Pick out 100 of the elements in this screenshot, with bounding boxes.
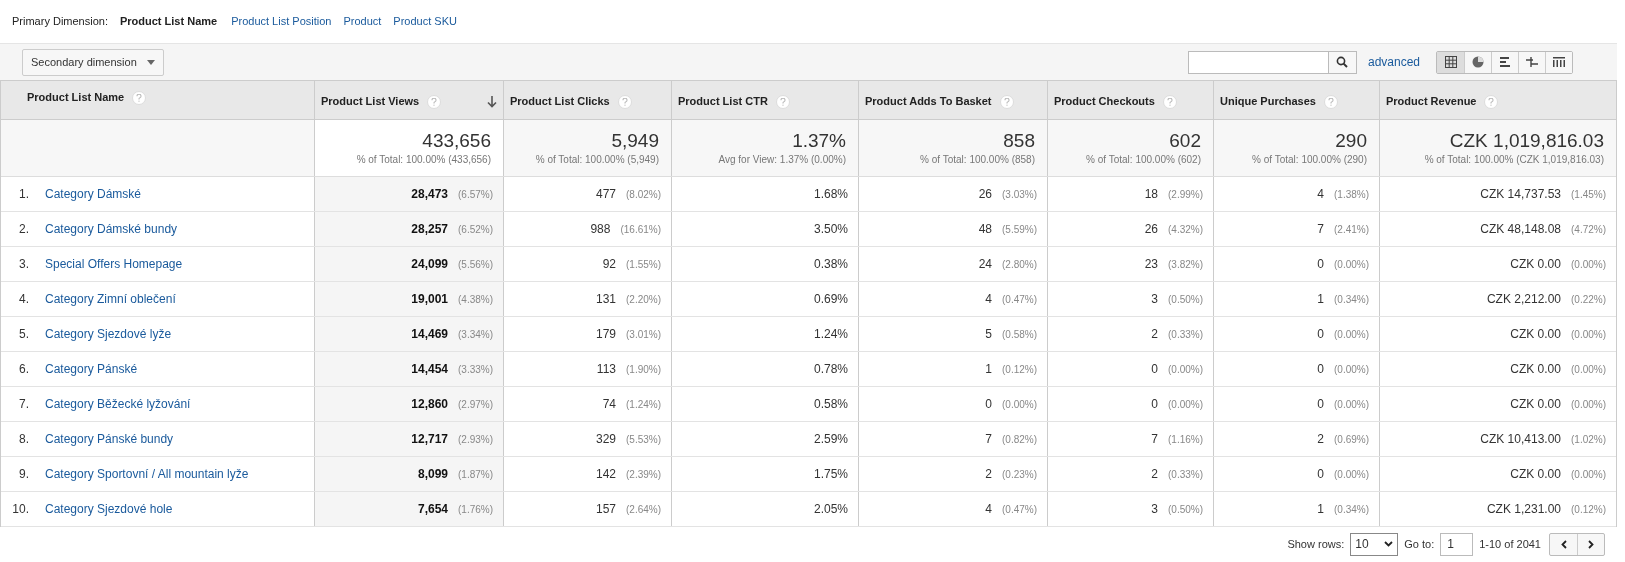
metric-value: CZK 0.00 [1510, 396, 1561, 413]
sort-arrow-icon[interactable] [487, 95, 497, 108]
comparison-icon [1525, 55, 1539, 69]
metric-value: 142 [595, 466, 616, 483]
total-note: % of Total: 100.00% (602) [1086, 152, 1201, 167]
product-list-link[interactable]: Category Sportovní / All mountain lyže [45, 465, 249, 483]
metric-value: 0 [1317, 326, 1324, 343]
metric-value: 2.05% [813, 501, 848, 518]
dimension-tab[interactable]: Product List Name [119, 13, 218, 30]
goto-page-field[interactable]: 1 [1440, 532, 1474, 556]
metric-value: 4 [985, 501, 992, 518]
metric-value: CZK 48,148.08 [1480, 221, 1561, 238]
metric-share: (1.76%) [458, 502, 493, 517]
metric-share: (0.00%) [1571, 467, 1606, 482]
metric-share: (0.00%) [1334, 467, 1369, 482]
metric-share: (0.00%) [1571, 362, 1606, 377]
metric-value: CZK 1,231.00 [1486, 501, 1561, 518]
column-header[interactable]: Product Adds To Basket [858, 81, 1047, 119]
product-list-link[interactable]: Category Dámské [45, 185, 142, 203]
metric-value: 1.68% [813, 186, 848, 203]
secondary-dimension-dropdown[interactable]: Secondary dimension [22, 48, 164, 76]
dimension-tab[interactable]: Product [343, 13, 382, 30]
metric-share: (2.93%) [458, 432, 493, 447]
total-value: 602 [1169, 129, 1201, 152]
column-header[interactable]: Product List Clicks [503, 81, 671, 119]
metric-share: (0.33%) [1168, 467, 1203, 482]
metric-share: (0.00%) [1571, 257, 1606, 272]
advanced-link[interactable]: advanced [1367, 53, 1420, 71]
column-header[interactable]: Product List CTR [671, 81, 858, 119]
show-rows-label: Show rows: [1287, 536, 1345, 552]
metric-value: 0 [1317, 361, 1324, 378]
product-list-link[interactable]: Category Zimní oblečení [45, 290, 176, 308]
metric-share: (16.61%) [620, 222, 661, 237]
metric-value: 3.50% [813, 221, 848, 238]
metric-share: (4.32%) [1168, 222, 1203, 237]
metric-share: (5.56%) [458, 257, 493, 272]
metric-share: (1.16%) [1168, 432, 1203, 447]
product-list-link[interactable]: Category Dámské bundy [45, 220, 178, 238]
metric-share: (0.50%) [1168, 292, 1203, 307]
search-button[interactable] [1327, 51, 1356, 73]
metric-share: (0.00%) [1334, 257, 1369, 272]
metric-share: (4.72%) [1571, 222, 1606, 237]
metric-value: 92 [602, 256, 616, 273]
metric-value: 113 [596, 361, 616, 378]
metric-share: (0.00%) [1334, 362, 1369, 377]
primary-dimension-label: Primary Dimension: [12, 14, 108, 30]
column-title: Product Checkouts [1054, 94, 1155, 110]
metric-value: 4 [985, 291, 992, 308]
metric-share: (0.47%) [1002, 502, 1037, 517]
metric-share: (3.03%) [1002, 187, 1037, 202]
metric-value: 19,001 [411, 291, 448, 308]
metric-value: 477 [595, 186, 616, 203]
search-field[interactable] [1187, 50, 1357, 74]
metric-value: 988 [590, 221, 611, 238]
product-list-link[interactable]: Category Pánské [45, 360, 138, 378]
row-number: 9. [18, 466, 29, 483]
total-note: Avg for View: 1.37% (0.00%) [718, 152, 846, 167]
metric-value: 179 [595, 326, 616, 343]
chevron-down-icon [1384, 541, 1394, 547]
metric-value: 0.38% [813, 256, 848, 273]
view-toggle-button[interactable] [1437, 51, 1464, 73]
metric-share: (6.57%) [458, 187, 493, 202]
metric-share: (0.34%) [1334, 292, 1369, 307]
column-header[interactable]: Unique Purchases [1213, 81, 1379, 119]
metric-value: 8,099 [417, 466, 448, 483]
dimension-tab[interactable]: Product SKU [393, 13, 457, 30]
caret-icon [146, 59, 155, 65]
page-range: 1-10 of 2041 [1479, 536, 1541, 552]
column-header[interactable]: Product List Views [314, 81, 503, 119]
metric-share: (0.69%) [1334, 432, 1369, 447]
metric-share: (0.82%) [1002, 432, 1037, 447]
column-header[interactable]: Product List Name [1, 81, 314, 119]
metric-value: 3 [1151, 501, 1158, 518]
dimension-tab[interactable]: Product List Position [231, 13, 332, 30]
product-list-link[interactable]: Category Pánské bundy [45, 430, 174, 448]
product-list-link[interactable]: Category Sjezdové lyže [45, 325, 172, 343]
row-number: 8. [18, 431, 29, 448]
total-value: 433,656 [422, 129, 491, 152]
metric-value: 2 [1151, 466, 1158, 483]
metric-value: 26 [978, 186, 992, 203]
product-list-link[interactable]: Category Sjezdové hole [45, 500, 173, 518]
total-note: % of Total: 100.00% (290) [1252, 152, 1367, 167]
view-toggle-button[interactable] [1545, 51, 1572, 73]
column-title: Product List CTR [678, 94, 768, 110]
metric-value: 329 [595, 431, 616, 448]
metric-value: 2 [985, 466, 992, 483]
metric-value: 0 [1317, 396, 1324, 413]
metric-value: 3 [1151, 291, 1158, 308]
total-note: % of Total: 100.00% (5,949) [535, 152, 659, 167]
metric-share: (3.82%) [1168, 257, 1203, 272]
column-header[interactable]: Product Revenue [1379, 81, 1616, 119]
rows-per-page-select[interactable]: 10 [1350, 532, 1399, 556]
product-list-link[interactable]: Special Offers Homepage [45, 255, 183, 273]
metric-share: (8.02%) [626, 187, 661, 202]
metric-value: CZK 2,212.00 [1486, 291, 1561, 308]
column-header[interactable]: Product Checkouts [1047, 81, 1213, 119]
metric-value: 18 [1144, 186, 1158, 203]
metric-value: 1 [985, 361, 992, 378]
metric-value: 0.58% [813, 396, 848, 413]
product-list-link[interactable]: Category Běžecké lyžování [45, 395, 191, 413]
